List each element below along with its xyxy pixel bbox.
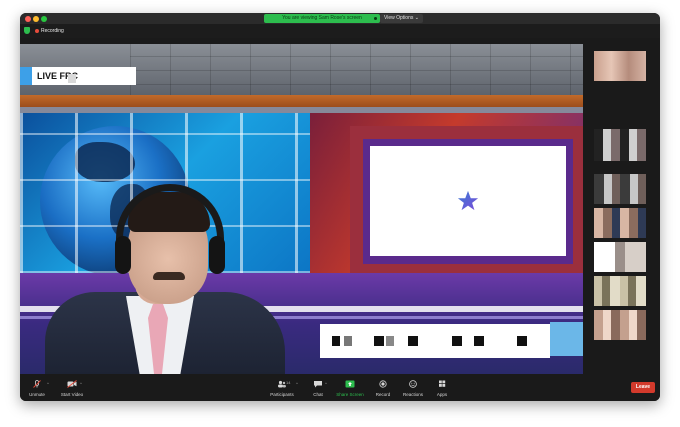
video-options-chevron-icon[interactable]: ^: [80, 382, 82, 386]
screen-share-banner[interactable]: You are viewing Sam Rose's screen: [264, 14, 380, 23]
participant-tile[interactable]: [594, 310, 646, 340]
close-window-button[interactable]: [25, 16, 31, 22]
headphone-earcup: [115, 236, 131, 274]
view-options-menu[interactable]: View Options ⌄: [380, 14, 423, 23]
participant-strip[interactable]: [583, 38, 660, 374]
chat-button[interactable]: Chat: [306, 376, 330, 401]
studio-ceiling-grid: [130, 44, 583, 99]
apps-button[interactable]: Apps: [431, 376, 453, 401]
participants-label: Participants: [270, 392, 294, 397]
unmute-label: Unmute: [29, 392, 45, 397]
recording-dot-icon: [35, 29, 39, 33]
redacted-block: [374, 336, 384, 346]
redacted-block: [332, 336, 340, 346]
participant-tile[interactable]: [594, 242, 646, 272]
headphone-earcup: [209, 236, 225, 274]
reactions-button[interactable]: Reactions: [398, 376, 428, 401]
recording-label[interactable]: Recording: [41, 27, 64, 35]
participant-tile[interactable]: [594, 208, 646, 238]
audio-options-chevron-icon[interactable]: ^: [47, 382, 49, 386]
record-label: Record: [375, 392, 391, 397]
redacted-block: [517, 336, 527, 346]
live-accent-bar: [20, 67, 32, 85]
redacted-block: [344, 336, 352, 346]
zoom-window: You are viewing Sam Rose's screen View O…: [20, 13, 660, 401]
security-shield-icon[interactable]: [24, 27, 30, 34]
meeting-toolbar: Unmute ^ Start Video ^ Participants 14 ^: [20, 376, 660, 401]
redacted-block: [408, 336, 418, 346]
record-button[interactable]: Record: [370, 376, 396, 401]
studio-orange-band: [20, 95, 583, 107]
participants-chevron-icon[interactable]: ^: [296, 382, 298, 386]
participant-tile[interactable]: [594, 174, 646, 204]
record-icon: [379, 380, 387, 388]
participant-tile[interactable]: [594, 276, 646, 306]
shared-screen-stage: LIVE FRC: [20, 44, 583, 374]
presenter-mustache: [153, 272, 185, 280]
chat-label: Chat: [313, 392, 323, 397]
chat-bubble-icon: [314, 381, 322, 388]
participants-count: 14: [286, 380, 291, 385]
share-screen-label: Share Screen: [336, 392, 364, 397]
share-status-dot-icon: [374, 17, 377, 20]
apps-icon: [439, 380, 446, 387]
chat-chevron-icon[interactable]: ^: [325, 382, 327, 386]
reactions-label: Reactions: [402, 392, 423, 397]
apps-label: Apps: [436, 392, 448, 397]
participant-tile[interactable]: [594, 51, 646, 81]
title-bar: You are viewing Sam Rose's screen View O…: [20, 13, 660, 24]
video-camera-icon: [67, 380, 77, 388]
news-ticker: [320, 324, 550, 358]
star-icon: [457, 190, 479, 211]
zoom-window-button[interactable]: [41, 16, 47, 22]
muted-microphone-icon: [33, 380, 41, 388]
reactions-icon: [409, 380, 417, 388]
start-video-label: Start Video: [60, 392, 84, 397]
recording-bar: Recording: [20, 24, 660, 38]
share-screen-icon: [345, 380, 355, 388]
participant-tile[interactable]: [594, 129, 646, 161]
unmute-button[interactable]: Unmute: [24, 376, 50, 401]
leave-button[interactable]: Leave: [631, 382, 655, 393]
participants-button[interactable]: Participants: [265, 376, 299, 401]
redacted-block: [474, 336, 484, 346]
news-ticker-accent: [550, 322, 583, 356]
share-screen-button[interactable]: Share Screen: [333, 376, 367, 401]
redacted-block: [68, 74, 76, 83]
redacted-block: [452, 336, 462, 346]
redacted-block: [386, 336, 394, 346]
minimize-window-button[interactable]: [33, 16, 39, 22]
screen-share-banner-text: You are viewing Sam Rose's screen: [282, 15, 362, 21]
start-video-button[interactable]: Start Video: [54, 376, 90, 401]
